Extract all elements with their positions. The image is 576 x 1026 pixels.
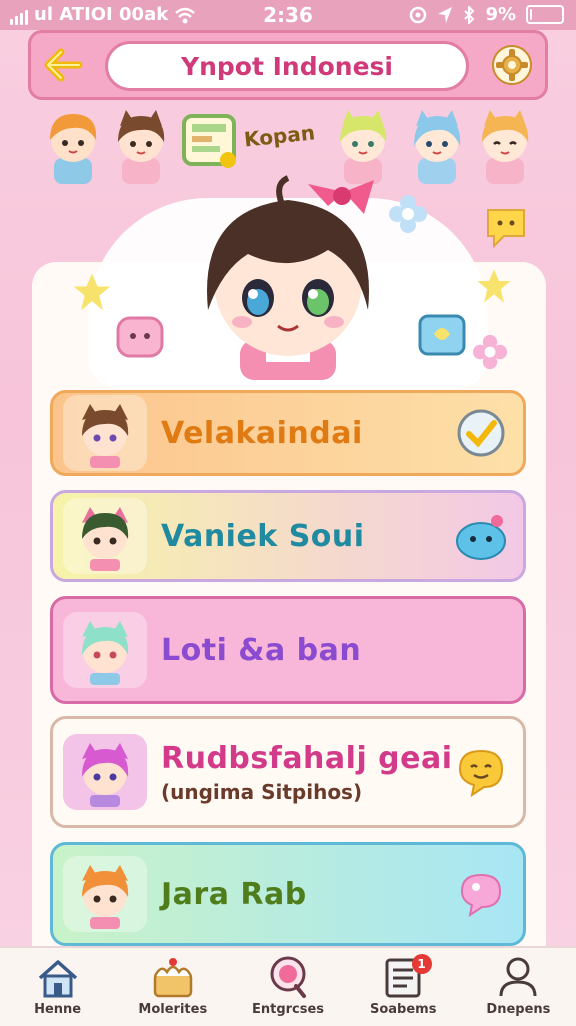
speech-icon: [460, 873, 502, 917]
location-icon: [438, 6, 453, 23]
user-icon: [499, 957, 537, 997]
notification-badge: 1: [411, 954, 432, 974]
status-bar: ul ATIOI 00ak 2:36 9%: [0, 0, 576, 30]
option-trail[interactable]: [453, 508, 509, 564]
option-item-1[interactable]: Velakaindai: [50, 390, 526, 476]
nav-label: Henne: [34, 1002, 82, 1017]
cake-icon: [153, 958, 193, 998]
nav-soabems[interactable]: 1 Soabems: [346, 948, 461, 1026]
option-label: Velakaindai: [161, 415, 363, 451]
speech-bubble-icon: [487, 209, 525, 249]
back-button[interactable]: [41, 43, 85, 87]
star-icon: [477, 269, 511, 303]
monster-icon: [456, 515, 506, 560]
emoji-icon: [458, 749, 504, 797]
page-title: Ynpot Indonesi: [105, 41, 469, 91]
nav-entgrcses[interactable]: Entgrcses: [230, 948, 345, 1026]
option-item-5[interactable]: Jara Rab: [50, 842, 526, 946]
option-avatar-icon: [63, 498, 147, 574]
nav-molerites[interactable]: Molerites: [115, 948, 230, 1026]
option-sublabel: (ungima Sitpihos): [161, 779, 363, 804]
option-label: Vaniek Soui: [161, 518, 365, 554]
nav-label: Dnepens: [486, 1002, 551, 1017]
magnifier-icon: [270, 956, 306, 998]
settings-button[interactable]: [489, 42, 535, 88]
option-avatar-icon: [63, 734, 147, 810]
option-item-4[interactable]: Rudbsfahalj geai (ungima Sitpihos): [50, 716, 526, 828]
nav-dnepens[interactable]: Dnepens: [461, 948, 576, 1026]
gear-icon: [492, 45, 532, 85]
home-icon: [38, 960, 77, 998]
pink-ghost-icon: [116, 316, 164, 358]
option-avatar-icon: [63, 856, 147, 932]
nav-home[interactable]: Henne: [0, 948, 115, 1026]
mascot-girl: [207, 175, 374, 380]
option-label: Jara Rab: [161, 876, 307, 912]
option-avatar-icon: [63, 612, 147, 688]
app-header: Ynpot Indonesi: [28, 30, 548, 100]
hero-banner: [0, 170, 576, 390]
arrow-left-icon: [44, 48, 83, 82]
map-board-icon[interactable]: [178, 106, 242, 176]
option-label: Loti &a ban: [161, 632, 362, 668]
flower-icon: [472, 334, 508, 370]
check-icon: [457, 409, 505, 457]
option-trail[interactable]: [453, 866, 509, 922]
option-trail[interactable]: [453, 405, 509, 461]
bluetooth-icon: [464, 5, 475, 24]
option-item-3[interactable]: Loti &a ban: [50, 596, 526, 704]
option-label: Rudbsfahalj geai: [161, 740, 453, 776]
strip-tag: Kopan: [242, 120, 316, 152]
option-avatar-icon: [63, 395, 147, 471]
bottom-nav: Henne Molerites Entgrcses 1 Soabems Dnep…: [0, 946, 576, 1026]
star-icon: [73, 273, 111, 311]
nav-label: Entgrcses: [251, 1002, 325, 1017]
battery-percent: 9%: [485, 4, 516, 25]
option-trail[interactable]: [453, 744, 509, 800]
nav-label: Soabems: [369, 1002, 437, 1017]
nav-label: Molerites: [138, 1002, 208, 1017]
lock-rotation-icon: [410, 6, 427, 23]
photo-frame-icon: [418, 314, 466, 356]
battery-icon: [526, 5, 564, 24]
option-item-2[interactable]: Vaniek Soui: [50, 490, 526, 582]
